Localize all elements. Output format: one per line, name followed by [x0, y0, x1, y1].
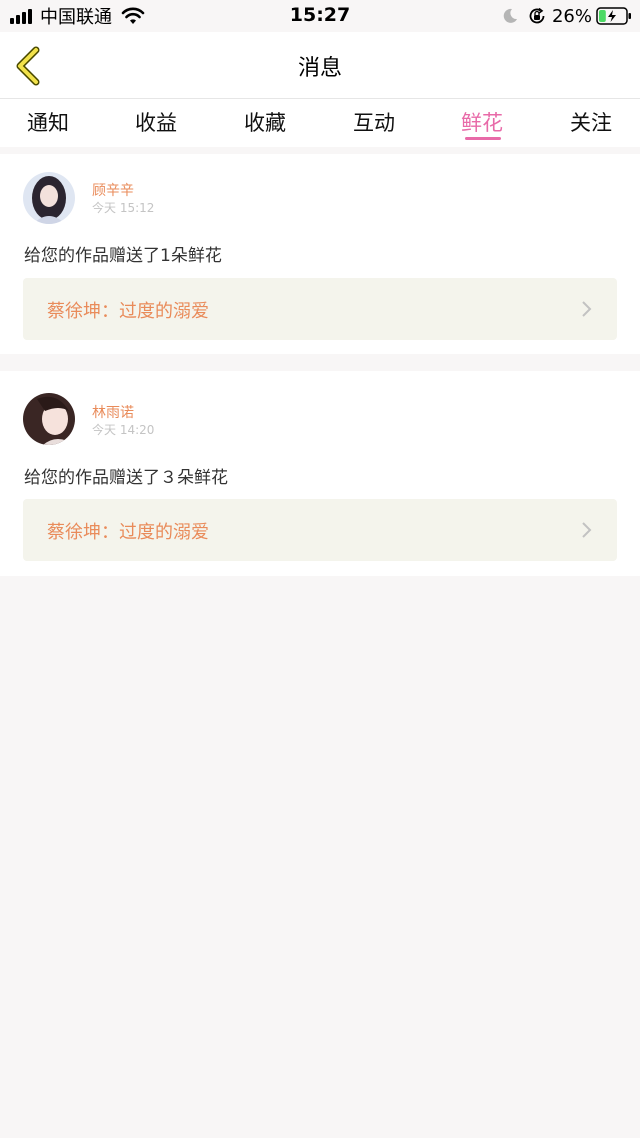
message-card: 顾辛辛 今天 15:12 给您的作品赠送了1朵鲜花 蔡徐坤：过度的溺爱	[0, 154, 640, 354]
work-link[interactable]: 蔡徐坤：过度的溺爱	[23, 499, 617, 561]
work-title: 蔡徐坤：过度的溺爱	[47, 522, 209, 543]
tab-earnings[interactable]: 收益	[116, 107, 196, 137]
battery-charging-icon	[596, 7, 631, 25]
message-text: 给您的作品赠送了３朵鲜花	[24, 468, 228, 488]
rotation-lock-icon	[529, 7, 545, 24]
message-text: 给您的作品赠送了1朵鲜花	[24, 246, 222, 266]
tab-notifications[interactable]: 通知	[8, 107, 88, 137]
avatar[interactable]	[23, 393, 75, 445]
work-link[interactable]: 蔡徐坤：过度的溺爱	[23, 278, 617, 340]
battery-percent: 26%	[551, 5, 592, 27]
username[interactable]: 顾辛辛	[92, 180, 134, 200]
tab-interactions[interactable]: 互动	[334, 107, 414, 137]
message-time: 今天 14:20	[92, 423, 155, 437]
message-card: 林雨诺 今天 14:20 给您的作品赠送了３朵鲜花 蔡徐坤：过度的溺爱	[0, 371, 640, 576]
work-title: 蔡徐坤：过度的溺爱	[47, 301, 209, 322]
message-time: 今天 15:12	[92, 201, 155, 215]
tab-favorites[interactable]: 收藏	[225, 107, 305, 137]
tab-flowers[interactable]: 鲜花	[442, 107, 522, 137]
active-tab-indicator	[465, 137, 501, 140]
username[interactable]: 林雨诺	[92, 402, 134, 422]
status-bar: 中国联通 15:27 26%	[0, 0, 640, 32]
chevron-right-icon	[582, 301, 592, 317]
tab-bar: 通知 收益 收藏 互动 鲜花 关注	[0, 98, 640, 147]
avatar[interactable]	[23, 172, 75, 224]
tab-follow[interactable]: 关注	[551, 107, 631, 137]
nav-bar: 消息	[0, 32, 640, 98]
page-title: 消息	[297, 56, 342, 81]
moon-icon	[503, 8, 517, 23]
chevron-right-icon	[582, 522, 592, 538]
